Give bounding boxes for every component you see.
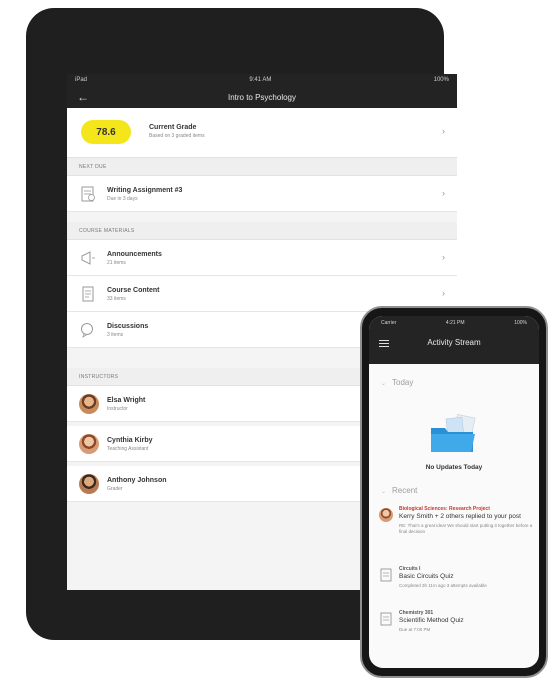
status-carrier: iPad <box>75 77 88 83</box>
feed-main-text[interactable]: Basic Circuits Quiz <box>399 573 535 581</box>
feed-course: Chemistry 301 <box>399 610 434 616</box>
phone-screen: Carrier 4:21 PM 100% Activity Stream ⌄ To… <box>369 316 539 668</box>
megaphone-icon <box>81 251 95 265</box>
section-today[interactable]: ⌄ Today <box>381 378 413 387</box>
feed-meta-text: RE: That's a great idea! We should start… <box>399 523 533 534</box>
status-battery: 100% <box>433 77 449 83</box>
section-next-due: NEXT DUE <box>67 158 457 176</box>
caret-icon: ⌄ <box>381 381 387 387</box>
content-icon <box>82 286 94 302</box>
list-item-subtitle: 33 items <box>107 296 126 302</box>
quiz-icon <box>380 568 392 582</box>
phone-header: Carrier 4:21 PM 100% Activity Stream <box>369 316 539 364</box>
tablet-status-bar: iPad 9:41 AM 100% <box>67 74 457 86</box>
phone-title: Activity Stream <box>427 338 481 347</box>
section-recent-label: Recent <box>392 486 418 495</box>
current-grade-row[interactable]: 78.6 Current Grade Based on 3 graded ite… <box>67 108 457 158</box>
feed-main-text: Kerry Smith + 2 others replied to your p… <box>399 513 521 520</box>
chevron-right-icon: › <box>442 288 445 298</box>
grade-subtitle: Based on 3 graded items <box>149 133 205 139</box>
course-title: Intro to Psychology <box>227 92 297 102</box>
list-item-writing-assignment[interactable]: Writing Assignment #3 Due in 3 days › <box>67 176 457 212</box>
list-item-title: Writing Assignment #3 <box>107 187 183 194</box>
quiz-icon <box>380 612 392 626</box>
folder-icon <box>431 414 476 452</box>
avatar <box>79 474 99 494</box>
instructor-name: Anthony Johnson <box>107 477 167 484</box>
instructor-role: Grader <box>107 486 123 492</box>
instructor-name: Elsa Wright <box>107 397 146 404</box>
list-item-announcements[interactable]: Announcements 21 items › <box>67 240 457 276</box>
list-item-title: Discussions <box>107 323 149 330</box>
back-arrow-icon[interactable]: ← <box>77 90 89 104</box>
avatar <box>79 394 99 414</box>
status-battery: 100% <box>514 320 527 326</box>
empty-state-text: No Updates Today <box>425 464 483 471</box>
list-item-subtitle: Due in 3 days <box>107 196 138 202</box>
instructor-name: Cynthia Kirby <box>107 437 153 444</box>
status-time: 9:41 AM <box>249 77 272 83</box>
feed-meta-text: Due at 7:00 PM <box>399 627 431 633</box>
list-item-title: Course Content <box>107 287 160 294</box>
feed-main-text[interactable]: Scientific Method Quiz <box>399 617 535 625</box>
instructor-role: Instructor <box>107 406 128 412</box>
list-item-title: Announcements <box>107 251 162 258</box>
status-carrier: Carrier <box>381 320 397 326</box>
status-time: 4:21 PM <box>445 320 465 326</box>
chevron-right-icon: › <box>442 188 445 198</box>
feed-course-link[interactable]: Biological Sciences: Research Project <box>399 506 535 512</box>
chevron-right-icon: › <box>442 252 445 262</box>
list-item-subtitle: 21 items <box>107 260 126 266</box>
grade-badge: 78.6 <box>81 120 131 144</box>
list-item-subtitle: 3 items <box>107 332 124 338</box>
document-icon <box>81 186 95 202</box>
discussion-icon <box>81 323 93 338</box>
instructor-role: Teaching Assistant <box>107 446 149 452</box>
feed-course: Circuits I <box>399 566 421 572</box>
section-course-materials: COURSE MATERIALS <box>67 222 457 240</box>
avatar <box>79 434 99 454</box>
phone-device: Carrier 4:21 PM 100% Activity Stream ⌄ To… <box>360 306 548 678</box>
section-today-label: Today <box>392 378 414 387</box>
avatar <box>379 508 393 522</box>
caret-icon: ⌄ <box>381 489 387 495</box>
phone-status-bar: Carrier 4:21 PM 100% <box>369 316 539 330</box>
section-recent[interactable]: ⌄ Recent <box>381 486 417 495</box>
course-header: ← Intro to Psychology <box>67 86 457 108</box>
chevron-right-icon: › <box>442 126 445 136</box>
feed-meta-text: Completed 3h 11m ago 3 attempts availabl… <box>399 583 487 589</box>
grade-title: Current Grade <box>149 124 197 131</box>
